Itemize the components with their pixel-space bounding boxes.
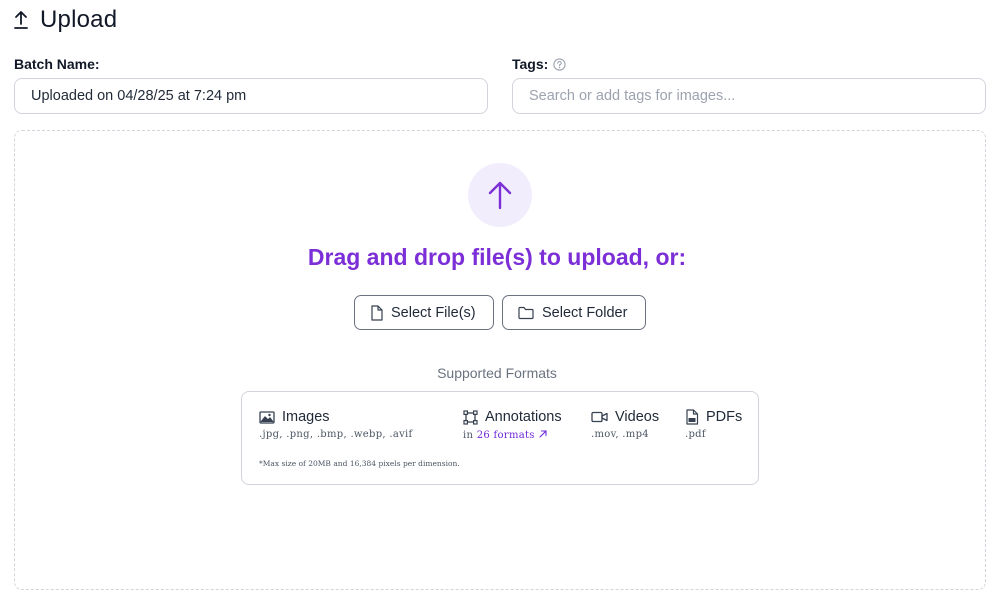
format-videos: Videos .mov, .mp4 [591, 409, 660, 440]
format-images: Images .jpg, .png, .bmp, .webp, .avif [259, 409, 413, 440]
arrow-up-icon [468, 163, 532, 227]
pdf-file-icon [685, 409, 699, 425]
page-title: Upload [40, 6, 118, 33]
folder-icon [518, 306, 534, 320]
bounding-box-icon [463, 409, 478, 425]
drag-drop-text: Drag and drop file(s) to upload, or: [307, 244, 687, 270]
formats-link[interactable]: 26 formats [477, 430, 548, 441]
image-icon [259, 410, 275, 424]
format-pdfs: PDFs .pdf [685, 409, 743, 440]
batch-name-input[interactable]: Uploaded on 04/28/25 at 7:24 pm [14, 78, 488, 114]
max-size-note: *Max size of 20MB and 16,384 pixels per … [259, 459, 460, 468]
select-folder-button[interactable]: Select Folder [502, 295, 646, 330]
page-header: Upload [12, 6, 117, 34]
tags-search-input[interactable]: Search or add tags for images... [512, 78, 986, 114]
help-circle-icon[interactable] [553, 57, 566, 71]
supported-formats-title: Supported Formats [437, 365, 557, 381]
format-annotations: Annotations in 26 formats [463, 409, 562, 441]
batch-name-label: Batch Name: [14, 56, 100, 72]
select-files-button[interactable]: Select File(s) [354, 295, 494, 330]
external-link-arrow-icon [538, 429, 548, 442]
tags-label: Tags: [512, 56, 566, 72]
file-icon [370, 304, 383, 321]
upload-icon [12, 9, 30, 31]
supported-formats-card: Images .jpg, .png, .bmp, .webp, .avif An… [241, 391, 759, 485]
video-icon [591, 411, 608, 423]
